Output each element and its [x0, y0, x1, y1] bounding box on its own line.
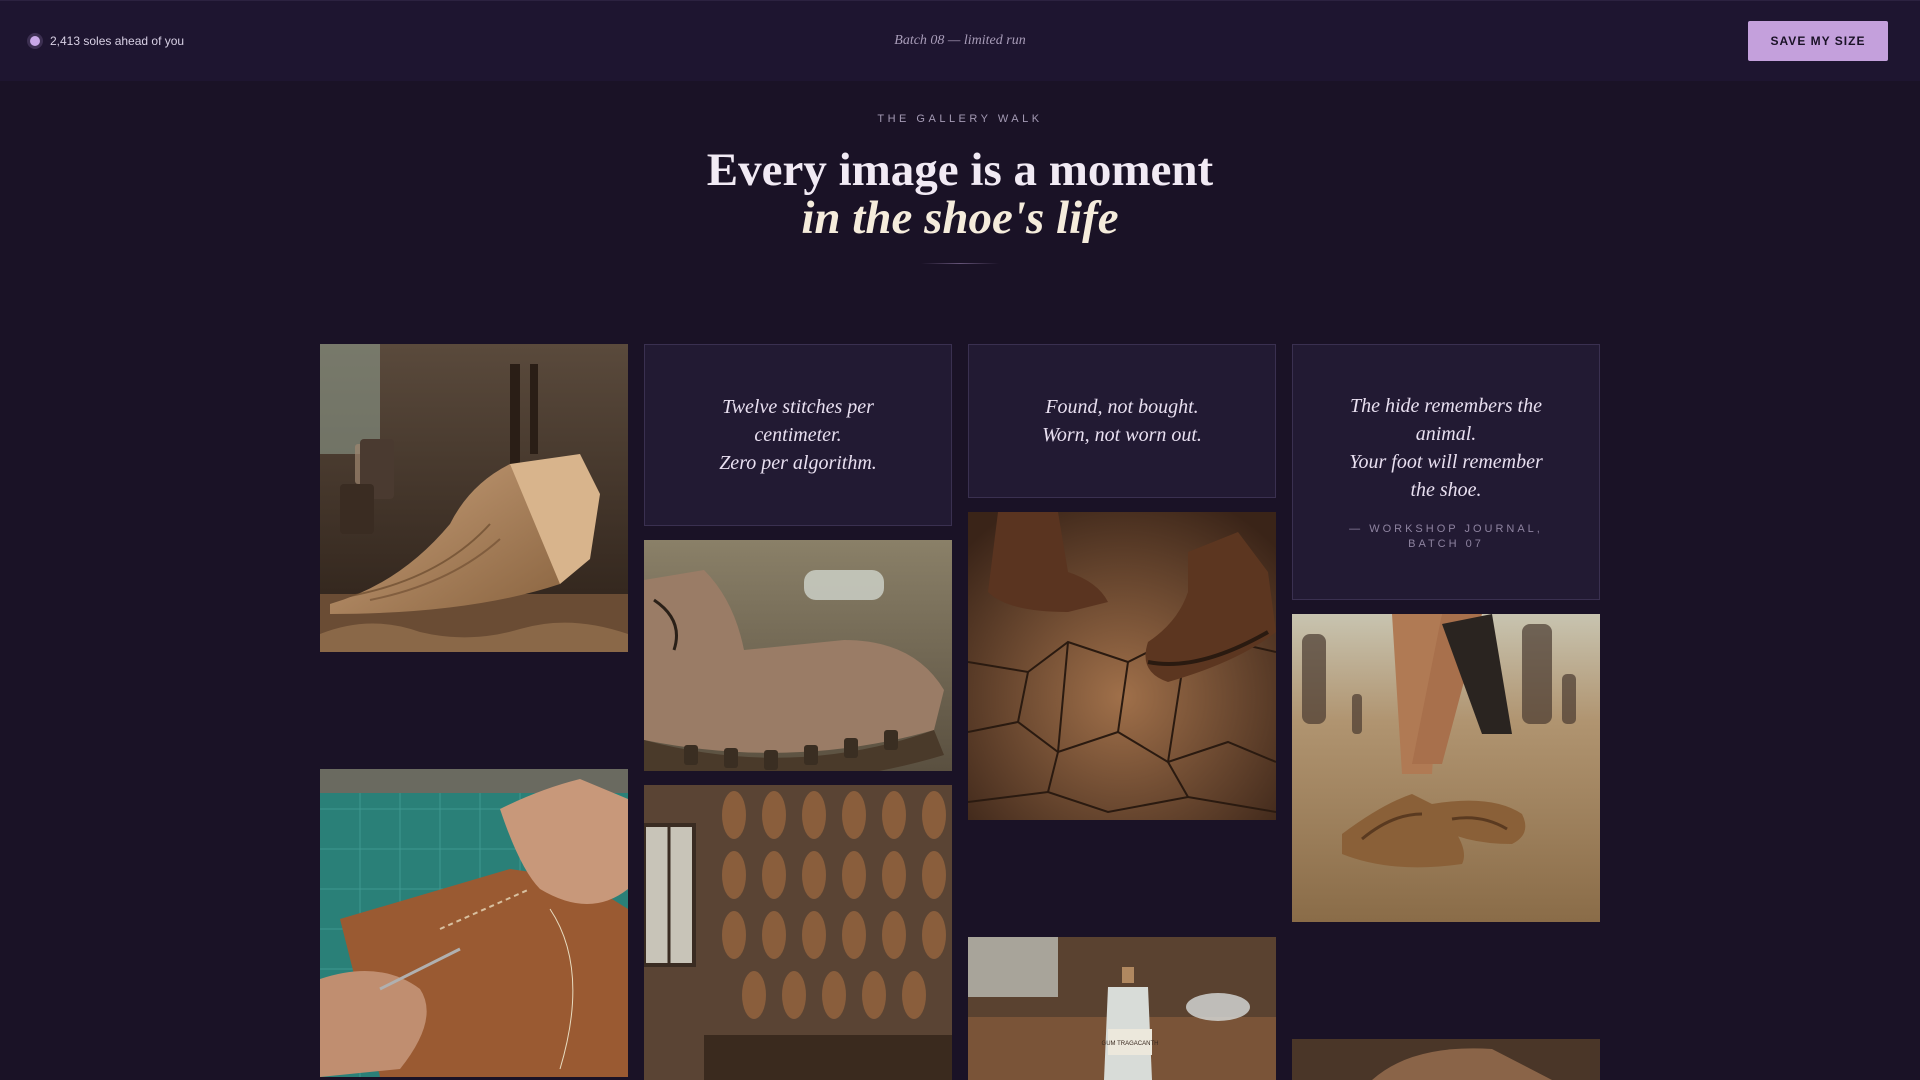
top-bar: 2,413 soles ahead of you Batch 08 — limi…	[0, 0, 1920, 81]
save-my-size-button[interactable]: SAVE MY SIZE	[1748, 21, 1888, 61]
photo-hand-stitching[interactable]	[320, 769, 628, 1077]
photo-muddy-boot[interactable]	[644, 540, 952, 771]
photo-workshop-hands[interactable]	[1292, 1039, 1600, 1080]
status-dot-icon	[30, 36, 40, 46]
batch-label: Batch 08 — limited run	[894, 33, 1026, 48]
headline-line-1: Every image is a moment	[706, 144, 1214, 196]
queue-status: 2,413 soles ahead of you	[30, 34, 184, 48]
photo-gum-tragacanth-bottle[interactable]: GUM TRAGACANTH	[968, 937, 1276, 1080]
section-eyebrow: THE GALLERY WALK	[877, 113, 1043, 125]
quote-card-found: Found, not bought. Worn, not worn out.	[968, 344, 1276, 498]
page-title: Every image is a moment in the shoe's li…	[0, 146, 1920, 242]
photo-carved-shoe-last[interactable]	[320, 344, 628, 652]
quote-text: Twelve stitches per centimeter. Zero per…	[719, 396, 877, 474]
bottle-label: GUM TRAGACANTH	[1102, 1041, 1159, 1047]
photo-sandals-festival[interactable]	[1292, 614, 1600, 922]
quote-citation: — WORKSHOP JOURNAL, BATCH 07	[1349, 523, 1543, 550]
quote-card-stitches: Twelve stitches per centimeter. Zero per…	[644, 344, 952, 526]
headline-line-2: in the shoe's life	[801, 192, 1119, 244]
quote-card-hide: The hide remembers the animal. Your foot…	[1292, 344, 1600, 600]
title-divider	[921, 263, 999, 264]
queue-count: 2,413 soles ahead of you	[50, 34, 185, 48]
quote-text: The hide remembers the animal. Your foot…	[1349, 395, 1543, 501]
quote-text: Found, not bought. Worn, not worn out.	[1042, 396, 1202, 446]
photo-boots-cracked-earth[interactable]	[968, 512, 1276, 820]
photo-shoe-last-wall[interactable]	[644, 785, 952, 1080]
